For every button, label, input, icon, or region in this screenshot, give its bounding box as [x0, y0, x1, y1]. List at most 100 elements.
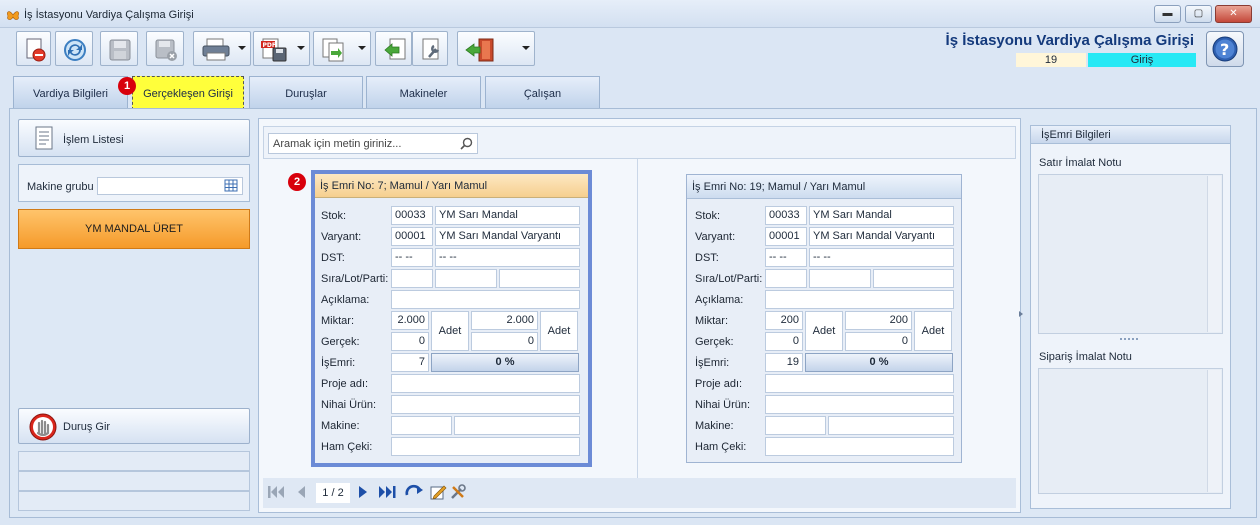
raw-draw-field[interactable]	[765, 437, 954, 456]
dst-field-1[interactable]: -- --	[391, 248, 433, 267]
stock-name-field[interactable]: YM Sarı Mandal	[435, 206, 580, 225]
operation-list-button[interactable]: İşlem Listesi	[18, 119, 250, 157]
maximize-button[interactable]: ▢	[1185, 5, 1212, 23]
help-button[interactable]: ?	[1206, 31, 1244, 67]
variant-code-field[interactable]: 00001	[391, 227, 433, 246]
lookup-grid-icon[interactable]	[224, 179, 238, 192]
scrollbar[interactable]	[1207, 176, 1221, 332]
search-input[interactable]: Aramak için metin giriniz...	[268, 133, 478, 154]
last-page-icon[interactable]	[377, 484, 399, 500]
work-order-number-field[interactable]: 19	[765, 353, 803, 372]
save-close-disabled-icon	[155, 39, 177, 61]
order-production-note-field[interactable]	[1038, 368, 1223, 494]
list-item[interactable]	[18, 451, 250, 471]
variant-name-field[interactable]: YM Sarı Mandal Varyantı	[435, 227, 580, 246]
document-settings-button[interactable]	[412, 31, 448, 66]
lot-field[interactable]	[435, 269, 497, 288]
exit-button[interactable]	[457, 31, 535, 66]
project-field[interactable]	[765, 374, 954, 393]
tools-icon[interactable]	[449, 483, 466, 501]
import-button[interactable]	[375, 31, 412, 66]
final-product-label: Nihai Ürün:	[695, 399, 751, 411]
machine-name-field[interactable]	[828, 416, 954, 435]
work-order-number-field[interactable]: 7	[391, 353, 429, 372]
actual-field-2[interactable]: 0	[845, 332, 912, 351]
refresh-button[interactable]	[55, 31, 93, 66]
step-badge-2: 2	[288, 173, 306, 191]
dst-field-2[interactable]: -- --	[435, 248, 580, 267]
tab-makineler[interactable]: Makineler	[366, 76, 481, 109]
splitter-grip[interactable]	[1120, 338, 1138, 342]
final-product-field[interactable]	[391, 395, 580, 414]
export-pdf-button[interactable]: PDF	[253, 31, 310, 66]
next-page-icon[interactable]	[356, 484, 370, 500]
project-field[interactable]	[391, 374, 580, 393]
window-title: İş İstasyonu Vardiya Çalışma Girişi	[24, 9, 194, 21]
project-label: Proje adı:	[695, 378, 743, 390]
svg-text:?: ?	[1220, 40, 1229, 59]
splitter-arrow-icon[interactable]	[1018, 310, 1024, 318]
stock-code-field[interactable]: 00033	[765, 206, 807, 225]
quantity-field-2[interactable]: 200	[845, 311, 912, 330]
batch-field[interactable]	[499, 269, 580, 288]
stock-name-field[interactable]: YM Sarı Mandal	[809, 206, 954, 225]
sequence-field[interactable]	[765, 269, 807, 288]
description-field[interactable]	[765, 290, 954, 309]
print-button[interactable]	[193, 31, 251, 66]
sequence-label: Sıra/Lot/Parti:	[321, 273, 389, 285]
variant-name-field[interactable]: YM Sarı Mandal Varyantı	[809, 227, 954, 246]
quantity-field-1[interactable]: 2.000	[391, 311, 429, 330]
tab-duruslar[interactable]: Duruşlar	[249, 76, 363, 109]
line-production-note-field[interactable]	[1038, 174, 1223, 334]
scrollbar[interactable]	[1207, 370, 1221, 492]
lot-field[interactable]	[809, 269, 871, 288]
description-label: Açıklama:	[695, 294, 744, 306]
dst-field-2[interactable]: -- --	[809, 248, 954, 267]
work-order-label: İşEmri:	[321, 357, 356, 369]
dst-label: DST:	[695, 252, 719, 264]
actual-field-1[interactable]: 0	[765, 332, 803, 351]
description-field[interactable]	[391, 290, 580, 309]
actual-field-1[interactable]: 0	[391, 332, 429, 351]
stock-label: Stok:	[321, 210, 347, 222]
stock-code-field[interactable]: 00033	[391, 206, 433, 225]
tab-vardiya-bilgileri[interactable]: Vardiya Bilgileri	[13, 76, 128, 109]
save-close-button[interactable]	[146, 31, 184, 66]
first-page-icon[interactable]	[266, 484, 286, 500]
previous-page-icon[interactable]	[295, 484, 307, 500]
document-list-icon	[35, 126, 53, 150]
list-item[interactable]	[18, 471, 250, 491]
search-icon[interactable]	[460, 137, 473, 150]
quantity-field-2[interactable]: 2.000	[471, 311, 538, 330]
tab-gerceklesen-girisi[interactable]: Gerçekleşen Girişi	[132, 76, 244, 110]
new-document-button[interactable]	[16, 31, 51, 66]
refresh-arrow-icon[interactable]	[404, 483, 424, 501]
actual-field-2[interactable]: 0	[471, 332, 538, 351]
sequence-field[interactable]	[391, 269, 433, 288]
save-button[interactable]	[100, 31, 138, 66]
machine-name-field[interactable]	[454, 416, 580, 435]
pdf-save-icon: PDF	[261, 38, 287, 62]
dst-field-1[interactable]: -- --	[765, 248, 807, 267]
minimize-button[interactable]: ▬	[1154, 5, 1181, 23]
final-product-field[interactable]	[765, 395, 954, 414]
raw-draw-field[interactable]	[391, 437, 580, 456]
tab-calisan[interactable]: Çalışan	[485, 76, 600, 109]
machine-group-input[interactable]	[97, 177, 243, 195]
variant-code-field[interactable]: 00001	[765, 227, 807, 246]
copy-transfer-button[interactable]	[313, 31, 371, 66]
page-indicator: 1 / 2	[316, 483, 350, 503]
downtime-entry-button[interactable]: Duruş Gir	[18, 408, 250, 444]
operation-item-ym-mandal-uret[interactable]: YM MANDAL ÜRET	[18, 209, 250, 249]
machine-code-field[interactable]	[391, 416, 452, 435]
edit-icon[interactable]	[430, 483, 447, 501]
actual-label: Gerçek:	[321, 336, 360, 348]
print-dropdown-icon	[238, 46, 246, 50]
machine-code-field[interactable]	[765, 416, 826, 435]
variant-label: Varyant:	[695, 231, 736, 243]
batch-field[interactable]	[873, 269, 954, 288]
close-button[interactable]: ✕	[1215, 5, 1252, 23]
list-item[interactable]	[18, 491, 250, 511]
raw-draw-label: Ham Çeki:	[321, 441, 373, 453]
quantity-field-1[interactable]: 200	[765, 311, 803, 330]
